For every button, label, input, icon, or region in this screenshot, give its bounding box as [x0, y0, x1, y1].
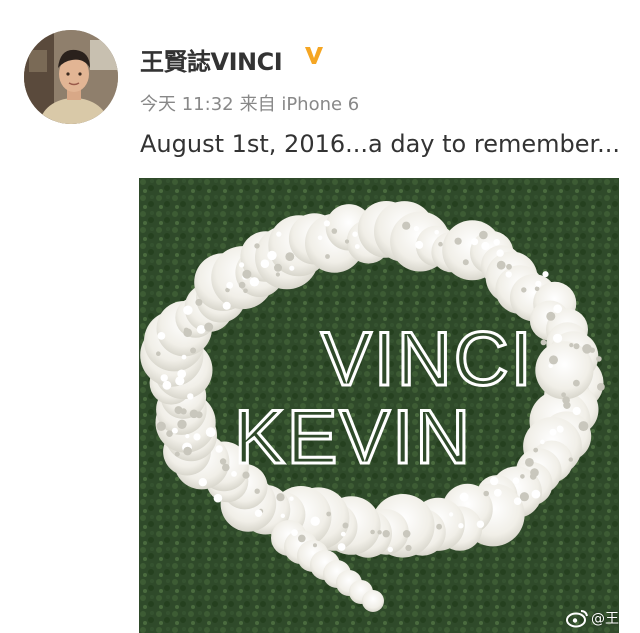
post-meta: 今天 11:32 来自 iPhone 6: [140, 90, 365, 116]
weibo-watermark: @王: [565, 605, 619, 631]
avatar[interactable]: [24, 30, 118, 124]
post-source: 来自 iPhone 6: [239, 94, 360, 115]
post-time[interactable]: 今天 11:32: [140, 94, 234, 115]
weibo-logo-icon: [566, 610, 588, 628]
verified-v-icon: [305, 47, 323, 64]
watermark-text: @王: [591, 611, 619, 627]
sign-line-1: VINCI: [321, 317, 534, 402]
avatar-photo: [24, 30, 118, 124]
author-name[interactable]: 王賢誌VINCI: [140, 42, 283, 77]
post-text: August 1st, 2016...a day to remember...: [140, 130, 621, 158]
sign-line-2: KEVIN: [234, 395, 472, 480]
flower-wall-image: VINCI KEVIN: [139, 178, 619, 633]
post-image[interactable]: VINCI KEVIN @王: [139, 178, 619, 633]
